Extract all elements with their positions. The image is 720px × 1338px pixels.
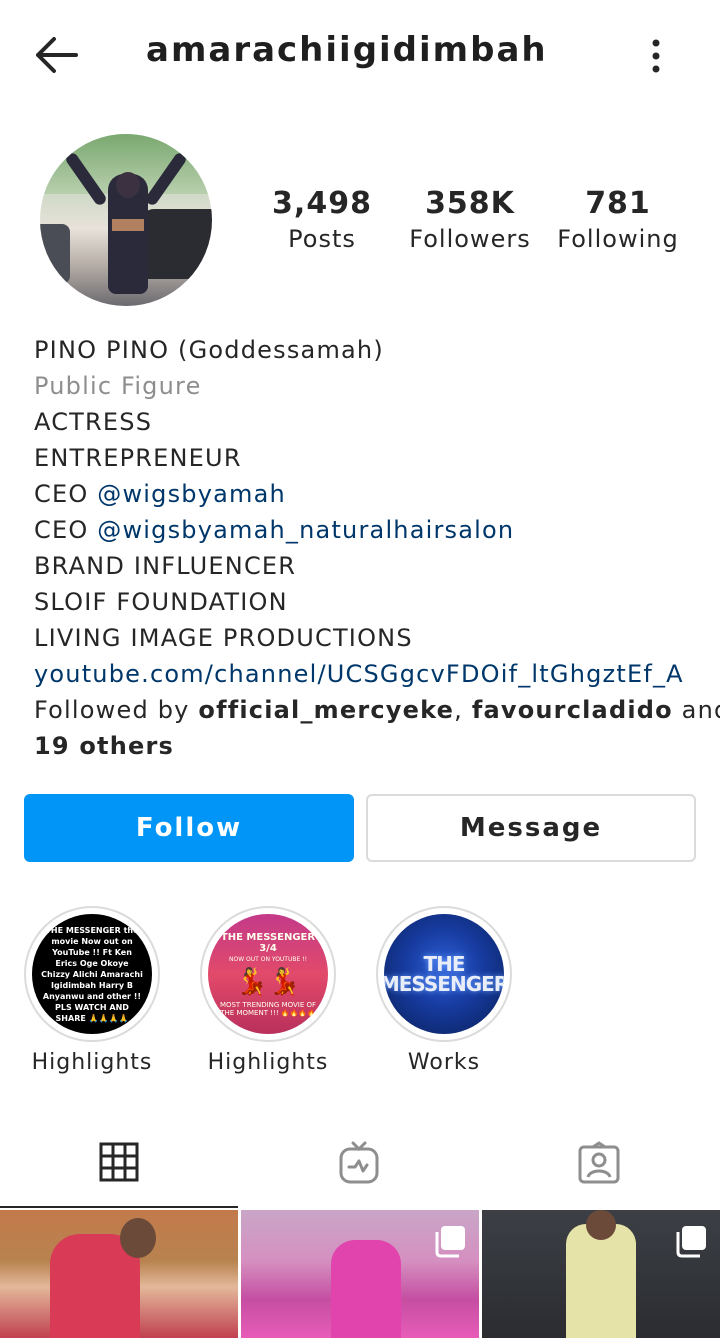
following-count: 781 (585, 186, 651, 221)
profile-tabs (0, 1118, 720, 1208)
highlight-item[interactable]: THE MESSENGER the movie Now out on YouTu… (24, 906, 160, 1075)
followed-by-separator: , (454, 696, 472, 724)
message-button[interactable]: Message (366, 794, 696, 862)
followers-label: Followers (409, 225, 531, 253)
profile-username: amarachiigidimbah (146, 30, 548, 70)
bio-line-brand: BRAND INFLUENCER (34, 552, 297, 580)
highlight-cover-ring: THE MESSENGER (376, 906, 512, 1042)
followed-by-others-line[interactable]: 19 others (34, 728, 694, 764)
bio-website-link[interactable]: youtube.com/channel/UCSGgcvFDOif_ltGhgzt… (34, 656, 694, 692)
posts-count: 3,498 (272, 186, 372, 221)
multiple-photos-icon (676, 1226, 706, 1258)
tab-posts-grid[interactable] (0, 1118, 238, 1208)
top-bar: amarachiigidimbah (0, 0, 720, 110)
tab-tagged[interactable] (480, 1118, 718, 1208)
highlight-label: Highlights (31, 1050, 153, 1075)
followed-by[interactable]: Followed by official_mercyeke, favourcla… (34, 692, 720, 728)
highlight-cover-title: THE MESSENGER 3/4 (220, 931, 316, 954)
bio-name: PINO PINO (Goddessamah) (34, 336, 384, 364)
back-button[interactable] (28, 30, 84, 80)
post-thumbnail[interactable] (482, 1210, 720, 1338)
followed-by-and: and (681, 696, 720, 724)
stat-following[interactable]: 781 Following (556, 186, 680, 253)
arrow-left-icon (36, 37, 78, 73)
bio-line-ceo-2: CEO @wigsbyamah_naturalhairsalon (34, 512, 694, 548)
highlight-item[interactable]: THE MESSENGER Works (376, 906, 512, 1075)
bio-line-foundation: SLOIF FOUNDATION (34, 588, 288, 616)
highlight-cover-sub: NOW OUT ON YOUTUBE !! (229, 955, 307, 963)
more-vertical-icon (652, 39, 660, 73)
mention-wigsbyamah-naturalhairsalon[interactable]: @wigsbyamah_naturalhairsalon (97, 516, 514, 544)
bio-line-actress: ACTRESS (34, 408, 153, 436)
more-options-button[interactable] (636, 32, 676, 80)
followers-count: 358K (425, 186, 515, 221)
highlight-cover: THE MESSENGER (384, 914, 504, 1034)
bio-ceo-prefix: CEO (34, 516, 98, 544)
igtv-icon (339, 1141, 379, 1184)
bio-line-entrepreneur: ENTREPRENEUR (34, 444, 242, 472)
post-thumbnail[interactable] (241, 1210, 479, 1338)
highlight-cover-ring: THE MESSENGER 3/4 NOW OUT ON YOUTUBE !! … (200, 906, 336, 1042)
bio-line-productions: LIVING IMAGE PRODUCTIONS (34, 624, 413, 652)
bio-category: Public Figure (34, 372, 202, 400)
followed-by-user[interactable]: official_mercyeke (198, 696, 454, 724)
highlight-label: Highlights (207, 1050, 329, 1075)
followed-by-prefix: Followed by (34, 696, 199, 724)
dancers-emoji: 💃💃 (235, 966, 301, 997)
mention-wigsbyamah[interactable]: @wigsbyamah (97, 480, 286, 508)
posts-label: Posts (288, 225, 356, 253)
highlight-cover: THE MESSENGER the movie Now out on YouTu… (32, 914, 152, 1034)
followed-by-user[interactable]: favourcladido (472, 696, 673, 724)
highlight-cover-ring: THE MESSENGER the movie Now out on YouTu… (24, 906, 160, 1042)
bio-ceo-prefix: CEO (34, 480, 98, 508)
tagged-person-icon (578, 1141, 620, 1184)
posts-grid (0, 1210, 720, 1338)
highlight-cover-bottom: MOST TRENDING MOVIE OF THE MOMENT !!! 🔥🔥… (219, 1000, 317, 1017)
stat-posts[interactable]: 3,498 Posts (270, 186, 374, 253)
highlight-label: Works (407, 1050, 481, 1075)
stat-followers[interactable]: 358K Followers (408, 186, 532, 253)
post-thumbnail[interactable] (0, 1210, 238, 1338)
follow-button[interactable]: Follow (24, 794, 354, 862)
grid-icon (99, 1142, 139, 1182)
multiple-photos-icon (435, 1226, 465, 1258)
profile-bio: PINO PINO (Goddessamah) Public Figure AC… (34, 332, 720, 764)
highlight-item[interactable]: THE MESSENGER 3/4 NOW OUT ON YOUTUBE !! … (200, 906, 336, 1075)
highlight-cover: THE MESSENGER 3/4 NOW OUT ON YOUTUBE !! … (208, 914, 328, 1034)
tab-igtv[interactable] (240, 1118, 478, 1208)
following-label: Following (557, 225, 679, 253)
followed-by-others[interactable]: 19 others (34, 732, 174, 760)
profile-avatar[interactable] (40, 134, 212, 306)
bio-line-ceo-1: CEO @wigsbyamah (34, 476, 694, 512)
highlight-cover-title: THE MESSENGER (384, 952, 504, 996)
